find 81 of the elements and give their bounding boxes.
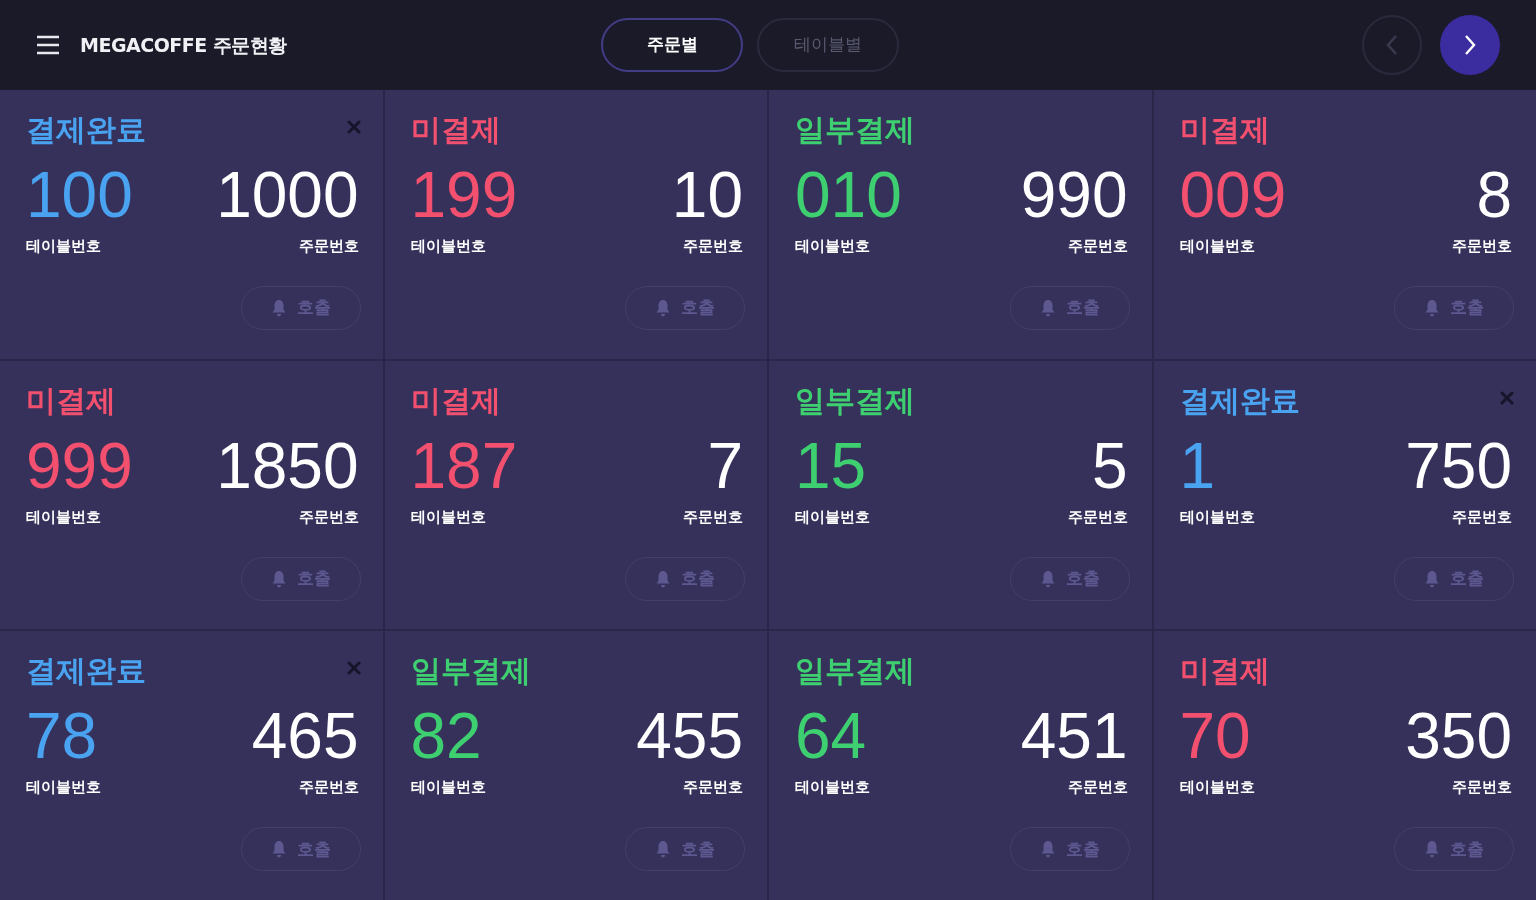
bell-icon: [1424, 299, 1440, 317]
order-number: 750: [1405, 434, 1512, 497]
order-number: 8: [1476, 164, 1512, 226]
order-number-label: 주문번호: [1067, 506, 1128, 527]
payment-status: 미결제: [410, 111, 501, 149]
table-number-label: 테이블번호: [795, 236, 870, 256]
order-number-label: 주문번호: [298, 236, 359, 256]
bell-icon: [1039, 840, 1056, 859]
table-number-label: 테이블번호: [1179, 506, 1255, 527]
order-number-label: 주문번호: [1067, 236, 1128, 256]
table-number-label: 테이블번호: [26, 236, 101, 256]
payment-status: 결제완료: [1179, 381, 1300, 420]
menu-icon[interactable]: [36, 35, 60, 55]
order-number: 5: [1091, 434, 1128, 497]
close-icon[interactable]: [346, 120, 361, 134]
payment-status: 결제완료: [26, 111, 146, 149]
payment-status: 일부결제: [795, 381, 915, 420]
table-number: 100: [26, 164, 133, 226]
payment-status: 일부결제: [795, 652, 915, 691]
order-number: 455: [636, 705, 743, 768]
bell-icon: [1039, 299, 1056, 317]
table-number-label: 테이블번호: [795, 777, 870, 798]
payment-status: 미결제: [26, 381, 116, 420]
table-number-label: 테이블번호: [410, 506, 486, 527]
table-number-label: 테이블번호: [26, 506, 101, 527]
table-number: 999: [26, 434, 133, 497]
order-number-label: 주문번호: [298, 506, 359, 527]
payment-status: 일부결제: [795, 111, 915, 149]
table-number-label: 테이블번호: [795, 506, 870, 527]
table-number-label: 테이블번호: [26, 777, 101, 798]
bell-icon: [270, 840, 287, 859]
table-number: 187: [410, 434, 518, 497]
order-number: 1850: [216, 434, 359, 497]
table-number: 78: [26, 705, 98, 768]
payment-status: 미결제: [410, 381, 501, 420]
payment-status: 일부결제: [410, 652, 531, 691]
view-tab[interactable]: 주문별: [601, 18, 743, 72]
table-number: 64: [795, 705, 867, 768]
next-button[interactable]: [1440, 15, 1500, 75]
order-number: 451: [1020, 705, 1128, 768]
bell-icon: [655, 569, 671, 588]
bell-icon: [1424, 840, 1440, 859]
payment-status: 결제완료: [26, 652, 146, 691]
table-number: 009: [1179, 164, 1287, 226]
order-number: 350: [1405, 705, 1512, 768]
order-number-label: 주문번호: [683, 777, 743, 798]
table-number: 010: [795, 164, 902, 226]
close-icon[interactable]: [346, 661, 361, 676]
bell-icon: [1424, 569, 1440, 588]
bell-icon: [270, 299, 287, 317]
bell-icon: [655, 840, 671, 859]
order-number-label: 주문번호: [1067, 777, 1128, 798]
order-number-label: 주문번호: [1452, 777, 1512, 798]
table-number-label: 테이블번호: [410, 777, 486, 798]
order-number-label: 주문번호: [1452, 506, 1512, 527]
table-number-label: 테이블번호: [1179, 236, 1255, 256]
bell-icon: [1039, 569, 1056, 588]
app-title: MEGACOFFE 주문현황: [80, 32, 287, 58]
chevron-left-icon: [1386, 34, 1398, 56]
table-number: 15: [795, 434, 867, 497]
table-number: 1: [1179, 434, 1216, 497]
bell-icon: [655, 299, 671, 317]
order-number: 7: [707, 434, 743, 497]
order-number: 465: [251, 705, 359, 768]
order-number-label: 주문번호: [1452, 236, 1512, 256]
order-number: 990: [1020, 164, 1128, 226]
order-number: 10: [671, 164, 743, 226]
order-number-label: 주문번호: [683, 236, 743, 256]
order-number: 1000: [216, 164, 359, 226]
payment-status: 미결제: [1179, 111, 1270, 149]
chevron-right-icon: [1464, 34, 1476, 56]
close-icon[interactable]: [1500, 390, 1514, 405]
table-number: 70: [1179, 705, 1251, 768]
table-number: 199: [410, 164, 518, 226]
bell-icon: [270, 569, 287, 588]
table-number-label: 테이블번호: [410, 236, 486, 256]
order-number-label: 주문번호: [298, 777, 359, 798]
order-number-label: 주문번호: [683, 506, 743, 527]
table-number-label: 테이블번호: [1179, 777, 1255, 798]
table-number: 82: [410, 705, 482, 768]
payment-status: 미결제: [1179, 652, 1270, 691]
